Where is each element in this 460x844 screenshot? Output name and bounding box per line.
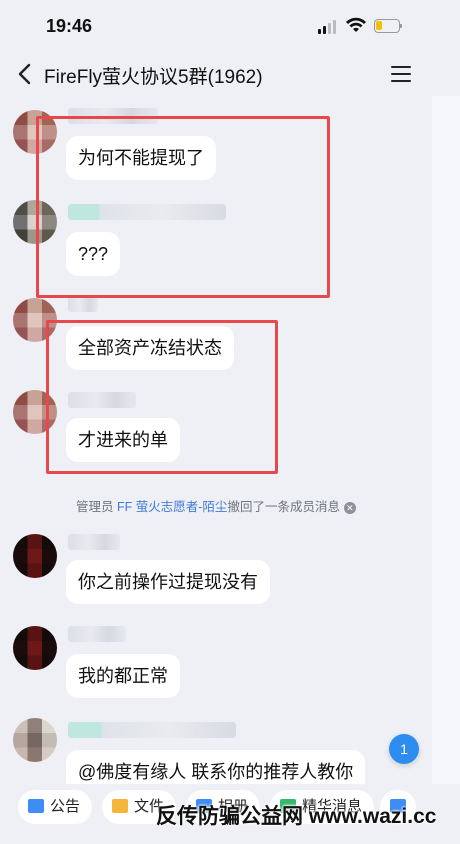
sender-name-blurred <box>68 296 98 312</box>
scroll-track <box>432 96 460 792</box>
unread-count-badge[interactable]: 1 <box>389 734 419 764</box>
avatar[interactable] <box>13 626 57 670</box>
message-list[interactable]: 为何不能提现了 ??? 全部资产冻结状态 才进来的单 管理员 FF 萤火志愿者-… <box>0 96 432 792</box>
highlight-box <box>36 116 330 298</box>
announcement-label: 公告 <box>50 798 81 815</box>
avatar[interactable] <box>13 718 57 762</box>
status-time: 19:46 <box>46 16 93 36</box>
battery-icon <box>374 19 402 33</box>
sender-name-blurred <box>68 722 236 738</box>
group-title: FireFly萤火协议5群(1962) <box>44 67 263 88</box>
message-text: @佛度有缘人 联系你的推荐人教你 <box>78 762 354 782</box>
message-text: 我的都正常 <box>78 666 168 686</box>
menu-icon[interactable] <box>391 64 413 84</box>
announcement-button[interactable]: 公告 <box>18 790 93 824</box>
highlight-box <box>46 320 278 474</box>
notice-suffix: 撤回了一条成员消息 <box>227 500 340 514</box>
sender-name-blurred <box>68 626 126 642</box>
notice-prefix: 管理员 <box>76 500 118 514</box>
admin-name-link[interactable]: FF 萤火志愿者-陌尘 <box>117 500 227 514</box>
message-bubble[interactable]: 我的都正常 <box>66 654 180 698</box>
avatar[interactable] <box>13 534 57 578</box>
status-bar: 19:46 <box>0 0 460 52</box>
sender-name-blurred <box>68 534 120 550</box>
message-text: 你之前操作过提现没有 <box>78 572 258 592</box>
watermark-text: 反传防骗公益网 www.wazi.cc <box>156 805 437 828</box>
announcement-icon <box>28 799 44 813</box>
recall-notice: 管理员 FF 萤火志愿者-陌尘撤回了一条成员消息 ✕ <box>0 496 432 515</box>
folder-icon <box>112 799 128 813</box>
message-bubble[interactable]: 你之前操作过提现没有 <box>66 560 270 604</box>
back-chevron-icon[interactable] <box>14 62 36 86</box>
cellular-signal-icon <box>318 20 338 34</box>
chat-header: FireFly萤火协议5群(1962) <box>0 52 460 96</box>
wifi-icon <box>346 17 366 32</box>
close-icon[interactable]: ✕ <box>343 501 356 514</box>
